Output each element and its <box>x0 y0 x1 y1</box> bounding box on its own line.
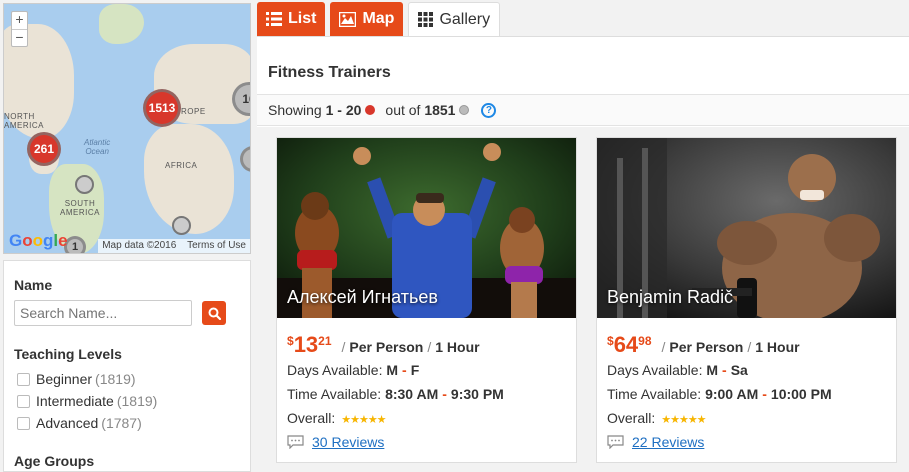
map-zoom-control: + − <box>11 11 28 47</box>
level-option-intermediate[interactable]: Intermediate (1819) <box>14 390 240 412</box>
filter-panel: Name Teaching Levels Beginner (1819) Int… <box>3 260 251 472</box>
reviews-row: 30 Reviews <box>287 434 384 450</box>
gallery-grid: Алексей Игнатьев $13 21 /Per Person/1 Hou… <box>257 127 909 472</box>
star-rating-icon: ★★★★★ <box>341 414 386 426</box>
map-marker-grey[interactable] <box>75 175 94 194</box>
results-total: 1851 <box>424 102 456 118</box>
view-tabs: List Map Gallery <box>257 2 505 36</box>
help-icon[interactable]: ? <box>481 102 497 118</box>
overall-rating: Overall: ★★★★★ <box>607 410 707 426</box>
tab-map[interactable]: Map <box>330 2 404 36</box>
star-rating-icon: ★★★★★ <box>661 414 706 426</box>
gallery-grid-icon <box>418 12 434 27</box>
price-whole: 64 <box>613 332 639 357</box>
label-africa: AFRICA <box>165 161 198 170</box>
map-data-credit: Map data ©2016 <box>102 240 177 251</box>
name-search-row <box>14 300 240 326</box>
price-cents: 98 <box>638 334 652 348</box>
level-option-beginner[interactable]: Beginner (1819) <box>14 368 240 390</box>
reviews-link[interactable]: 22 Reviews <box>632 434 704 450</box>
results-count-bar: Showing 1 - 20 out of 1851 ? <box>257 94 909 126</box>
google-logo: Google <box>9 231 68 250</box>
map-cluster-americas[interactable]: 261 <box>27 132 61 166</box>
zoom-in-button[interactable]: + <box>12 12 27 29</box>
list-icon <box>266 12 282 26</box>
checkbox[interactable] <box>17 416 30 430</box>
label-europe: ROPE <box>181 107 206 116</box>
search-button[interactable] <box>202 301 226 325</box>
land-africa <box>144 124 234 234</box>
terms-link[interactable]: Terms of Use <box>187 240 246 251</box>
level-option-advanced[interactable]: Advanced (1787) <box>14 412 240 434</box>
price-whole: 13 <box>293 332 319 357</box>
days-available: Days Available: M-F <box>287 362 420 378</box>
time-available: Time Available: 9:00 AM -10:00 PM <box>607 386 832 402</box>
red-dot-icon <box>365 105 376 115</box>
map-icon <box>339 11 357 27</box>
name-filter-heading: Name <box>14 277 53 293</box>
map-attribution: Map data ©2016 Terms of Use <box>98 239 250 253</box>
overall-rating: Overall: ★★★★★ <box>287 410 387 426</box>
trainer-photo[interactable]: Benjamin Radič <box>597 138 896 318</box>
grey-dot-icon <box>459 105 470 115</box>
price-row: $13 21 /Per Person/1 Hour <box>287 332 480 357</box>
label-atlantic-ocean: Atlantic Ocean <box>84 138 111 156</box>
trainer-photo[interactable]: Алексей Игнатьев <box>277 138 576 318</box>
page-title: Fitness Trainers <box>268 64 391 81</box>
reviews-row: 22 Reviews <box>607 434 704 450</box>
comment-icon <box>607 435 624 449</box>
map-widget[interactable]: NORTH AMERICA ROPE AFRICA SOUTH AMERICA … <box>3 3 251 254</box>
price-cents: 21 <box>318 334 332 348</box>
trainer-name[interactable]: Алексей Игнатьев <box>287 287 438 308</box>
label-south-america: SOUTH AMERICA <box>60 199 100 217</box>
comment-icon <box>287 435 304 449</box>
land-greenland <box>99 4 144 44</box>
trainer-card[interactable]: Benjamin Radič $64 98 /Per Person/1 Hour … <box>596 137 897 463</box>
age-groups-heading: Age Groups <box>14 453 95 469</box>
page: NORTH AMERICA ROPE AFRICA SOUTH AMERICA … <box>0 0 909 472</box>
trainer-card[interactable]: Алексей Игнатьев $13 21 /Per Person/1 Hou… <box>276 137 577 463</box>
map-cluster-europe[interactable]: 1513 <box>143 89 181 127</box>
search-name-input[interactable] <box>14 300 192 326</box>
zoom-out-button[interactable]: − <box>12 29 27 46</box>
trainer-name[interactable]: Benjamin Radič <box>607 287 733 308</box>
map-cluster-right-edge[interactable] <box>240 146 250 172</box>
reviews-link[interactable]: 30 Reviews <box>312 434 384 450</box>
results-panel: Fitness Trainers Showing 1 - 20 out of 1… <box>257 36 909 472</box>
days-available: Days Available: M - Sa <box>607 362 748 378</box>
tab-list[interactable]: List <box>257 2 326 36</box>
teaching-levels-heading: Teaching Levels <box>14 346 122 362</box>
map-marker-grey[interactable] <box>172 216 191 235</box>
tab-gallery[interactable]: Gallery <box>408 2 501 36</box>
search-icon <box>208 307 221 320</box>
checkbox[interactable] <box>17 394 30 408</box>
results-range: 1 - 20 <box>325 102 362 118</box>
price-row: $64 98 /Per Person/1 Hour <box>607 332 800 357</box>
map-footer: Google Map data ©2016 Terms of Use <box>4 231 250 253</box>
teaching-levels-list: Beginner (1819) Intermediate (1819) Adva… <box>14 368 240 434</box>
time-available: Time Available: 8:30 AM -9:30 PM <box>287 386 504 402</box>
checkbox[interactable] <box>17 372 30 386</box>
label-north-america: NORTH AMERICA <box>4 112 44 130</box>
